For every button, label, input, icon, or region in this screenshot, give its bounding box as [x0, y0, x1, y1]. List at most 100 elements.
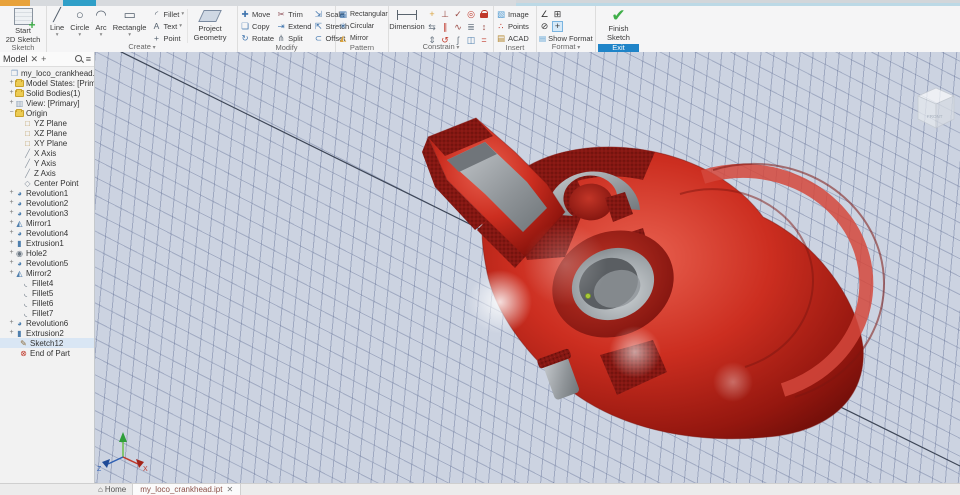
- tree-expander[interactable]: +: [8, 269, 15, 277]
- rectangular-pattern-tool[interactable]: ▦ Rectangular: [338, 8, 388, 20]
- tool-label: Mirror: [350, 34, 369, 42]
- tree-expander[interactable]: +: [8, 99, 15, 107]
- tree-item[interactable]: + Solid Bodies(1): [0, 88, 94, 98]
- tree-item[interactable]: + ▮ Extrusion1: [0, 238, 94, 248]
- home-tab[interactable]: ⌂ Home: [92, 484, 132, 495]
- browser-add-tab-icon[interactable]: +: [41, 54, 46, 64]
- dimension-button[interactable]: Dimension: [389, 7, 425, 45]
- format-group-label[interactable]: Format: [537, 43, 595, 52]
- sketch-center-point[interactable]: [585, 293, 591, 299]
- tree-expander[interactable]: −: [8, 109, 15, 117]
- tree-item[interactable]: ╱ X Axis: [0, 148, 94, 158]
- tool-dropdown-arrow[interactable]: ▾: [100, 32, 103, 38]
- constraint-coincident-icon[interactable]: +: [426, 8, 438, 20]
- tree-item[interactable]: ◟ Fillet4: [0, 278, 94, 288]
- tool-dropdown-arrow[interactable]: ▾: [56, 32, 59, 38]
- tree-item[interactable]: + ◭ Mirror2: [0, 268, 94, 278]
- tree-item[interactable]: □ YZ Plane: [0, 118, 94, 128]
- insert-image-tool[interactable]: ▧ Image: [496, 8, 529, 20]
- tool-label: Arc: [95, 23, 107, 32]
- center-snap-icon[interactable]: +: [552, 20, 563, 32]
- tree-item[interactable]: + ◕ Revolution6: [0, 318, 94, 328]
- tree-expander[interactable]: +: [8, 199, 15, 207]
- tree-item[interactable]: + ◕ Revolution1: [0, 188, 94, 198]
- document-tab-close-icon[interactable]: ✕: [226, 485, 233, 494]
- tree-expander[interactable]: +: [8, 219, 15, 227]
- circle-tool[interactable]: ○ Circle ▾: [67, 7, 92, 45]
- crankhead-model[interactable]: [422, 117, 885, 440]
- tree-item[interactable]: ◟ Fillet5: [0, 288, 94, 298]
- tree-expander[interactable]: +: [8, 319, 15, 327]
- constraint-vertical-icon[interactable]: ↕: [478, 21, 490, 33]
- constraint-collinear-icon[interactable]: ≣: [465, 21, 477, 33]
- tree-item[interactable]: + ◭ Mirror1: [0, 218, 94, 228]
- tree-expander[interactable]: +: [8, 229, 15, 237]
- project-geometry-button[interactable]: Project Geometry: [189, 7, 231, 45]
- tree-item[interactable]: ◟ Fillet6: [0, 298, 94, 308]
- tree-item[interactable]: ⊗ End of Part: [0, 348, 94, 358]
- tree-item[interactable]: + ◕ Revolution2: [0, 198, 94, 208]
- tree-item[interactable]: + ◕ Revolution3: [0, 208, 94, 218]
- arc-tool[interactable]: ◠ Arc ▾: [92, 7, 109, 45]
- tool-dropdown-arrow[interactable]: ▾: [78, 32, 81, 38]
- tree-item[interactable]: + ▮ Extrusion2: [0, 328, 94, 338]
- tree-item[interactable]: + ◕ Revolution5: [0, 258, 94, 268]
- browser-search-icon[interactable]: [74, 55, 83, 63]
- extend-tool[interactable]: ⇥ Extend: [276, 20, 312, 32]
- fillet-tool[interactable]: ◜ Fillet ▾: [151, 8, 184, 20]
- constraint-concentric-icon[interactable]: ◎: [465, 8, 477, 20]
- viewport-canvas[interactable]: FRONT X Z: [95, 52, 960, 483]
- tree-item[interactable]: ╱ Y Axis: [0, 158, 94, 168]
- tree-item[interactable]: + Model States: [Primary]: [0, 78, 94, 88]
- insert-points-tool[interactable]: ∴ Points: [496, 20, 529, 32]
- tree-item[interactable]: ◟ Fillet7: [0, 308, 94, 318]
- degrees-format-icon[interactable]: ∠: [539, 9, 550, 20]
- tree-expander[interactable]: +: [8, 79, 15, 87]
- constraint-tangent-icon[interactable]: ✓: [452, 8, 464, 20]
- tree-expander[interactable]: +: [8, 209, 15, 217]
- text-tool[interactable]: A Text ▾: [151, 20, 184, 32]
- tree-item[interactable]: + ▥ View: [Primary]: [0, 98, 94, 108]
- browser-menu-icon[interactable]: ≡: [86, 54, 91, 64]
- tree-item[interactable]: □ XZ Plane: [0, 128, 94, 138]
- move-tool[interactable]: ✚ Move: [240, 8, 274, 20]
- tree-expander[interactable]: +: [8, 239, 15, 247]
- tree-expander[interactable]: +: [8, 189, 15, 197]
- circular-pattern-tool[interactable]: ✳ Circular: [338, 20, 388, 32]
- tree-item[interactable]: ◇ Center Point: [0, 178, 94, 188]
- tree-item[interactable]: ╱ Z Axis: [0, 168, 94, 178]
- constraint-parallel-icon[interactable]: ∥: [439, 21, 451, 33]
- tree-expander[interactable]: +: [8, 329, 15, 337]
- rectangle-tool[interactable]: ▭ Rectangle ▾: [110, 7, 150, 45]
- tree-item[interactable]: − Origin: [0, 108, 94, 118]
- tree-item[interactable]: □ XY Plane: [0, 138, 94, 148]
- tree-item-icon: □: [25, 118, 30, 128]
- constrain-group-label[interactable]: Constrain: [389, 43, 493, 52]
- tree-item[interactable]: + ◕ Revolution4: [0, 228, 94, 238]
- finish-sketch-button[interactable]: ✔ Finish Sketch: [597, 7, 641, 45]
- constraint-symmetric-icon[interactable]: ⇆: [426, 21, 438, 33]
- trim-tool[interactable]: ✂ Trim: [276, 8, 311, 20]
- browser-close-icon[interactable]: ✕: [31, 54, 39, 64]
- document-tab-active[interactable]: my_loco_crankhead.ipt ✕: [132, 484, 242, 495]
- viewcube[interactable]: FRONT: [917, 87, 955, 129]
- line-tool[interactable]: ╱ Line ▾: [47, 7, 67, 45]
- constraint-perpendicular-icon[interactable]: ⊥: [439, 8, 451, 20]
- constraint-fix-icon[interactable]: [478, 8, 490, 20]
- tree-expander[interactable]: +: [8, 259, 15, 267]
- snap-grid-icon[interactable]: ⊞: [552, 9, 563, 20]
- browser-tab-model[interactable]: Model: [3, 54, 28, 64]
- tree-expander[interactable]: +: [8, 89, 15, 97]
- tree-item[interactable]: + ◉ Hole2: [0, 248, 94, 258]
- create-group-label[interactable]: Create: [47, 43, 237, 52]
- tool-dropdown-arrow[interactable]: ▾: [128, 32, 131, 38]
- rotate-tool[interactable]: ↻ Rotate: [240, 32, 274, 44]
- dimension-label: Dimension: [389, 22, 425, 31]
- constraint-smooth-icon[interactable]: ∿: [452, 21, 464, 33]
- start-2d-sketch-button[interactable]: Start 2D Sketch: [1, 7, 45, 45]
- copy-tool[interactable]: ❏ Copy: [240, 20, 274, 32]
- tree-item[interactable]: ❒ my_loco_crankhead.ipt: [0, 68, 94, 78]
- tree-item[interactable]: ✎ Sketch12: [0, 338, 94, 348]
- tree-expander[interactable]: +: [8, 249, 15, 257]
- slice-graphics-icon[interactable]: ⊘: [539, 21, 550, 32]
